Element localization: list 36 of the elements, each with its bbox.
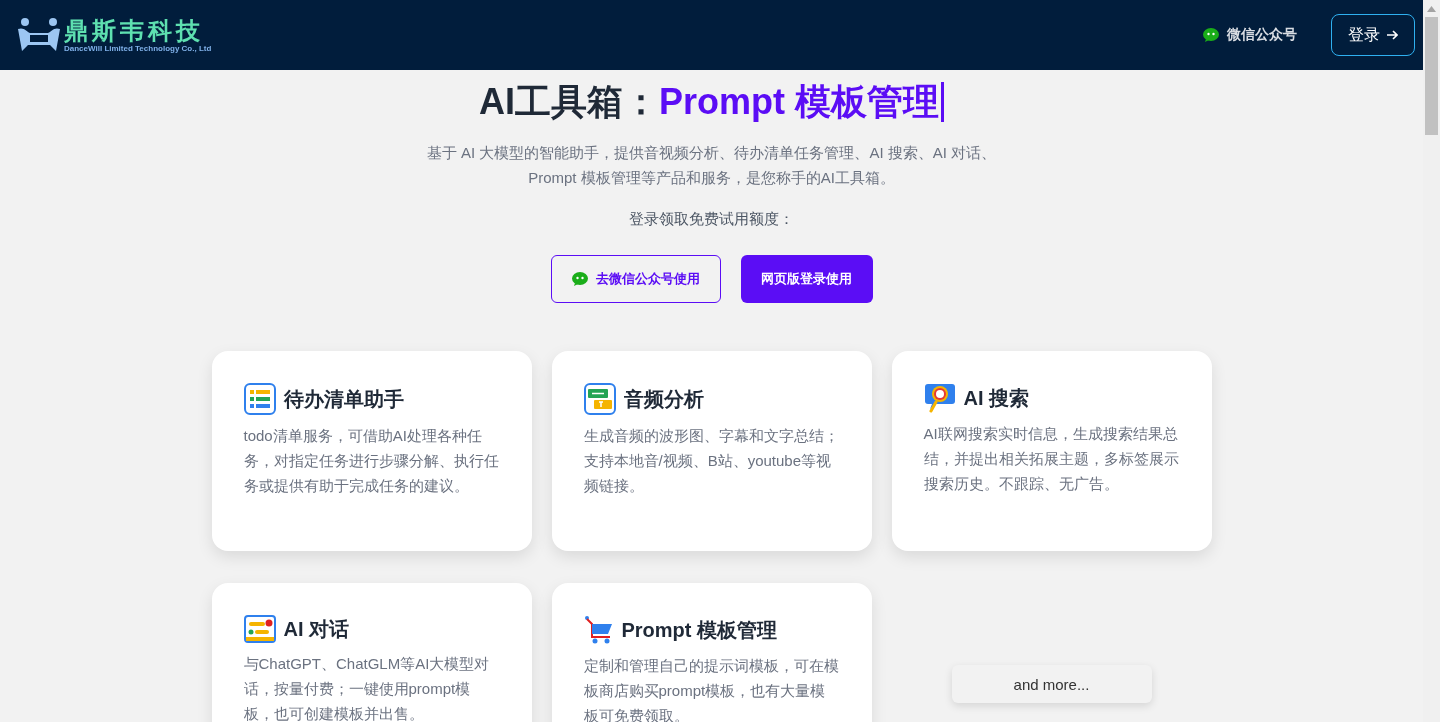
feature-card[interactable]: 音频分析 生成音频的波形图、字幕和文字总结；支持本地音/视频、B站、youtube等视频链接。 [551, 351, 872, 551]
hero-title-highlight: Prompt 模板管理 [659, 80, 939, 124]
card-description: AI联网搜索实时信息，生成搜索结果总结，并提出相关拓展主题，多标签展示搜索历史。不跟踪、无广告。 [923, 424, 1180, 494]
audio-icon [583, 383, 616, 415]
card-title: AI 对话 [283, 616, 350, 642]
logo-icon [16, 17, 62, 53]
scroll-up-icon[interactable] [1427, 6, 1436, 12]
feature-card[interactable]: 待办清单助手 todo清单服务，可借助AI处理各种任务，对指定任务进行步骤分解、执行任务或提供有助于完成任务的建议。 [211, 351, 532, 551]
cart-icon [583, 615, 614, 645]
checklist-icon [243, 383, 276, 415]
trial-note: 登录领取免费试用额度： [629, 210, 794, 229]
card-title: 待办清单助手 [283, 386, 404, 412]
card-description: 生成音频的波形图、字幕和文字总结；支持本地音/视频、B站、youtube等视频链接。 [583, 426, 840, 496]
wechat-link[interactable]: 微信公众号 [1203, 26, 1297, 44]
hero-title: AI工具箱： [479, 80, 659, 124]
feature-card[interactable]: AI 对话 与ChatGPT、ChatGLM等AI大模型对话，按量付费；一键使用prompt模板，也可创建模板并出售。 [211, 583, 532, 722]
wechat-button[interactable]: 去微信公众号使用 [550, 255, 721, 303]
feature-card[interactable]: AI 搜索 AI联网搜索实时信息，生成搜索结果总结，并提出相关拓展主题，多标签展示搜索历史。不跟踪、无广告。 [891, 351, 1212, 551]
logo-subtitle: DanceWill Limited Technology Co., Ltd [64, 44, 212, 53]
arrow-right-icon [1386, 29, 1398, 41]
text-cursor [941, 82, 944, 122]
card-title: Prompt 模板管理 [621, 617, 778, 643]
card-description: todo清单服务，可借助AI处理各种任务，对指定任务进行步骤分解、执行任务或提供有助于完成任务的建议。 [243, 426, 500, 496]
card-description: 与ChatGPT、ChatGLM等AI大模型对话，按量付费；一键使用prompt模板，也可创建模板并出售。 [243, 654, 491, 722]
hero-description: 基于 AI 大模型的智能助手，提供音视频分析、待办清单任务管理、AI 搜索、AI 对话、Prompt 模板管理等产品和服务，是您称手的AI工具箱。 [425, 143, 998, 188]
scroll-thumb[interactable] [1425, 17, 1438, 135]
more-button[interactable]: and more... [951, 665, 1152, 703]
wechat-icon [571, 272, 588, 286]
chat-icon [243, 615, 276, 643]
login-button[interactable]: 登录 [1331, 14, 1415, 56]
card-title: AI 搜索 [963, 385, 1030, 411]
web-login-button[interactable]: 网页版登录使用 [740, 255, 873, 303]
wechat-icon [1203, 28, 1219, 42]
card-title: 音频分析 [623, 386, 704, 412]
magnifier-icon [923, 383, 956, 413]
logo-title: 鼎斯韦科技 [64, 18, 205, 44]
